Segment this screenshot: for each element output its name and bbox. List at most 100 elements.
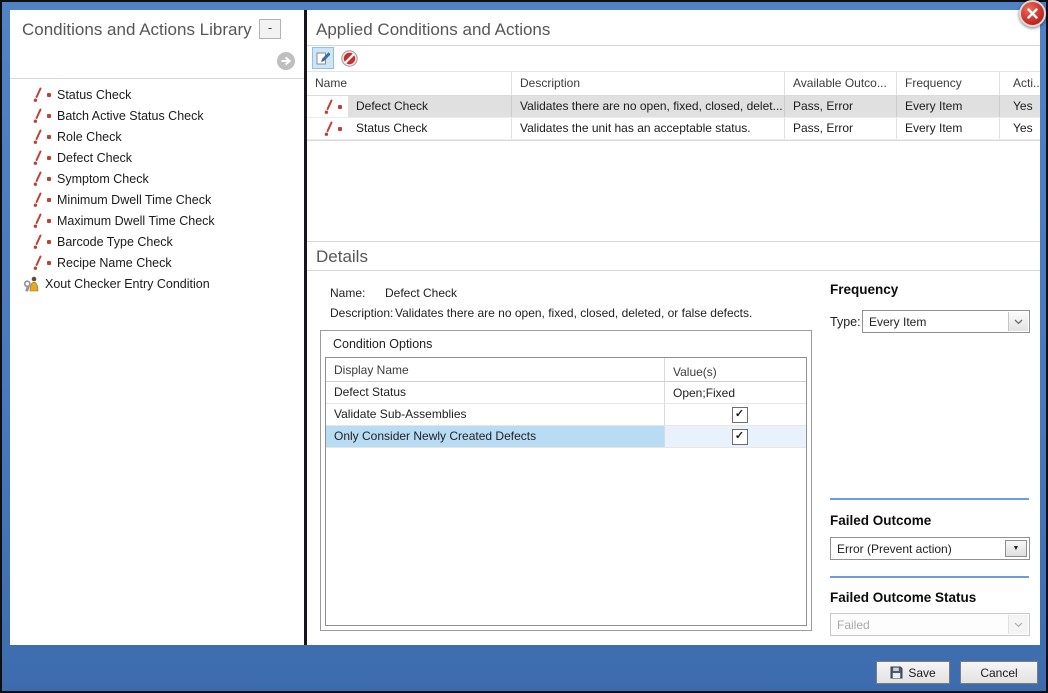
failed-outcome-status-select: Failed (830, 613, 1030, 636)
library-panel-title: Conditions and Actions Library (22, 20, 252, 40)
bullet-icon (338, 127, 342, 131)
cell-outcomes: Pass, Error (785, 96, 897, 117)
applied-toolbar (307, 46, 1040, 71)
applied-panel-title: Applied Conditions and Actions (316, 20, 550, 40)
library-item-symptom-check[interactable]: Symptom Check (10, 168, 304, 189)
condition-options-header: Display Name Value(s) (326, 358, 806, 382)
close-button[interactable] (1019, 0, 1046, 27)
column-header-active[interactable]: Acti... (1000, 72, 1040, 95)
bullet-icon (47, 198, 51, 202)
bullet-icon (47, 177, 51, 181)
option-display-name: Validate Sub-Assemblies (326, 404, 664, 425)
checkbox-checked[interactable]: ✓ (732, 429, 748, 445)
failed-outcome-title: Failed Outcome (830, 513, 931, 528)
library-item-max-dwell[interactable]: Maximum Dwell Time Check (10, 210, 304, 231)
details-title: Details (316, 247, 368, 267)
condition-icon (31, 255, 44, 271)
library-panel: Conditions and Actions Library - Status … (10, 10, 304, 645)
failed-outcome-value: Error (Prevent action) (837, 542, 952, 556)
column-header-description[interactable]: Description (512, 72, 785, 95)
library-item-recipe-name[interactable]: Recipe Name Check (10, 252, 304, 273)
divider (307, 241, 1040, 242)
condition-icon (31, 108, 44, 124)
library-item-defect-check[interactable]: Defect Check (10, 147, 304, 168)
option-row-defect-status[interactable]: Defect Status Open;Fixed (326, 382, 806, 404)
library-list: Status Check Batch Active Status Check R… (10, 84, 304, 294)
bullet-icon (47, 114, 51, 118)
library-item-label: Barcode Type Check (57, 235, 173, 249)
library-item-status-check[interactable]: Status Check (10, 84, 304, 105)
condition-icon (31, 171, 44, 187)
library-item-barcode-type[interactable]: Barcode Type Check (10, 231, 304, 252)
dialog-window: Conditions and Actions Library - Status … (0, 0, 1048, 693)
remove-button[interactable] (338, 47, 360, 69)
frequency-title: Frequency (830, 282, 898, 297)
library-item-label: Recipe Name Check (57, 256, 172, 270)
cancel-button[interactable]: Cancel (960, 661, 1038, 684)
option-row-only-newly-created[interactable]: Only Consider Newly Created Defects ✓ (326, 426, 806, 448)
collapse-panel-button[interactable]: - (259, 19, 281, 39)
library-item-batch-active[interactable]: Batch Active Status Check (10, 105, 304, 126)
library-item-min-dwell[interactable]: Minimum Dwell Time Check (10, 189, 304, 210)
option-value[interactable]: Open;Fixed (664, 382, 806, 403)
bullet-icon (47, 135, 51, 139)
column-header-values: Value(s) (664, 358, 806, 381)
condition-icon (31, 213, 44, 229)
save-button-label: Save (908, 666, 935, 680)
bullet-icon (338, 105, 342, 109)
option-value: ✓ (664, 404, 806, 425)
condition-options-table: Display Name Value(s) Defect Status Open… (325, 357, 807, 626)
bullet-icon (47, 219, 51, 223)
divider (307, 270, 1040, 271)
column-header-name[interactable]: Name (307, 72, 512, 95)
library-item-xout-checker[interactable]: Xout Checker Entry Condition (10, 273, 304, 294)
library-item-label: Status Check (57, 88, 131, 102)
chevron-down-icon[interactable] (1008, 312, 1028, 331)
option-row-validate-sub-assemblies[interactable]: Validate Sub-Assemblies ✓ (326, 404, 806, 426)
column-header-available-outcomes[interactable]: Available Outco... (785, 72, 897, 95)
detail-name-value: Defect Check (385, 286, 457, 300)
library-item-label: Minimum Dwell Time Check (57, 193, 211, 207)
library-item-label: Xout Checker Entry Condition (45, 277, 210, 291)
edit-button[interactable] (312, 47, 334, 69)
failed-outcome-status-title: Failed Outcome Status (830, 590, 976, 605)
condition-icon (31, 129, 44, 145)
applied-panel: Applied Conditions and Actions Nam (307, 10, 1040, 645)
condition-icon (307, 96, 348, 117)
library-item-role-check[interactable]: Role Check (10, 126, 304, 147)
bullet-icon (47, 156, 51, 160)
dropdown-arrow-icon[interactable]: ▼ (1005, 540, 1027, 557)
option-display-name: Only Consider Newly Created Defects (326, 426, 664, 447)
condition-icon (31, 234, 44, 250)
chevron-down-icon (1008, 615, 1028, 634)
section-divider (830, 498, 1029, 500)
condition-icon (31, 150, 44, 166)
cell-active: Yes (1000, 118, 1040, 139)
condition-icon (307, 118, 348, 139)
condition-options-title: Condition Options (333, 337, 432, 351)
library-item-label: Role Check (57, 130, 122, 144)
table-row-defect-check[interactable]: Defect Check Validates there are no open… (307, 96, 1040, 118)
failed-outcome-select[interactable]: Error (Prevent action) ▼ (830, 537, 1030, 560)
block-icon (341, 50, 358, 67)
apply-arrow-button[interactable] (277, 52, 295, 70)
panel-divider (10, 78, 304, 79)
cell-frequency: Every Item (897, 96, 1000, 117)
save-button[interactable]: Save (876, 661, 950, 684)
option-display-name: Defect Status (326, 382, 664, 403)
bullet-icon (47, 240, 51, 244)
save-icon (890, 666, 903, 679)
condition-icon (31, 192, 44, 208)
cell-active: Yes (1000, 96, 1040, 117)
close-icon (1027, 8, 1038, 19)
column-header-frequency[interactable]: Frequency (897, 72, 1000, 95)
cell-description: Validates there are no open, fixed, clos… (512, 96, 785, 117)
library-item-label: Defect Check (57, 151, 132, 165)
library-item-label: Symptom Check (57, 172, 149, 186)
checkbox-checked[interactable]: ✓ (732, 407, 748, 423)
table-row-status-check[interactable]: Status Check Validates the unit has an a… (307, 118, 1040, 140)
edit-icon (316, 51, 330, 65)
failed-outcome-status-value: Failed (837, 618, 870, 632)
frequency-type-select[interactable]: Every Item (862, 310, 1030, 333)
detail-description-label: Description: (330, 306, 393, 320)
